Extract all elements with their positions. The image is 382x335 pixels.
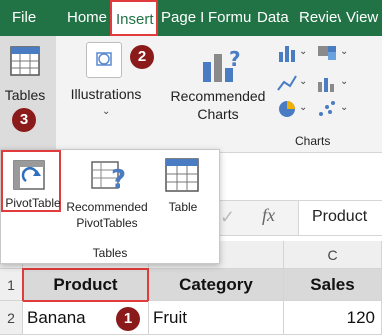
svg-text:?: ? (229, 47, 241, 71)
chevron-down-icon: ⌄ (340, 76, 349, 87)
statistic-chart-icon[interactable] (316, 72, 338, 94)
table-button[interactable]: Table (153, 150, 213, 230)
tables-dropdown: PivotTable ? Recommended PivotTables Tab… (0, 149, 220, 264)
charts-group-label: Charts (295, 134, 331, 148)
recommended-charts-button[interactable]: ? Recommended Charts (165, 36, 271, 126)
cell-a1-highlight (22, 268, 149, 302)
step-badge-1: 1 (116, 307, 140, 331)
hierarchy-chart-icon[interactable] (316, 42, 338, 64)
line-chart-icon[interactable] (276, 72, 298, 94)
cell-c2[interactable]: 120 (284, 301, 382, 335)
tables-button[interactable]: Tables (0, 36, 56, 152)
recommended-pivottables-icon: ? (91, 161, 126, 194)
pivottable-label: PivotTable (5, 196, 61, 210)
row-header-1[interactable]: 1 (0, 269, 23, 301)
fx-label[interactable]: fx (262, 205, 275, 226)
table-label: Table (168, 200, 198, 214)
tab-view[interactable]: View (346, 0, 382, 36)
formula-bar-controls: ✓ fx (218, 201, 298, 235)
illustrations-label: Illustrations (70, 86, 142, 102)
tables-label: Tables (4, 87, 46, 103)
column-header-c[interactable]: C (284, 241, 382, 269)
recommended-pivottables-button[interactable]: ? Recommended PivotTables (63, 150, 151, 240)
chevron-down-icon: ⌄ (340, 46, 349, 57)
tab-review[interactable]: Review (299, 0, 341, 36)
divider (298, 201, 299, 235)
cell-b1[interactable]: Category (149, 269, 284, 301)
step-badge-2: 2 (130, 45, 154, 69)
recommended-pivottables-line2: PivotTables (76, 216, 138, 230)
tab-formulas[interactable]: Formu (208, 0, 252, 36)
pie-chart-icon[interactable] (276, 98, 298, 120)
pivottable-button[interactable]: PivotTable (1, 150, 61, 212)
step-badge-3: 3 (12, 108, 36, 132)
tab-insert[interactable]: Insert (110, 0, 158, 36)
illustrations-icon (86, 42, 122, 78)
pivottable-icon (13, 160, 45, 190)
recommended-pivottables-line1: Recommended (66, 200, 148, 214)
chevron-down-icon: ⌄ (299, 76, 308, 87)
tables-group-label: Tables (92, 246, 128, 260)
chevron-down-icon: ⌄ (102, 106, 111, 117)
tab-file[interactable]: File (12, 0, 46, 36)
table-icon (165, 158, 199, 192)
chevron-down-icon: ⌄ (299, 46, 308, 57)
formula-bar: ✓ fx Product (218, 200, 382, 236)
formula-input[interactable]: Product (312, 208, 367, 226)
table-icon (10, 46, 40, 76)
cell-c1[interactable]: Sales (284, 269, 382, 301)
check-icon[interactable]: ✓ (220, 207, 235, 228)
recommended-charts-line2: Charts (197, 106, 239, 122)
column-chart-icon[interactable] (276, 42, 298, 64)
svg-text:?: ? (111, 165, 126, 194)
tab-data[interactable]: Data (257, 0, 293, 36)
scatter-chart-icon[interactable] (316, 98, 338, 120)
tab-home[interactable]: Home (67, 0, 107, 36)
ribbon-tab-bar: File Home Insert Page L Formu Data Revie… (0, 0, 382, 36)
tab-page-layout[interactable]: Page L (161, 0, 203, 36)
row-header-2[interactable]: 2 (0, 301, 23, 335)
recommended-charts-line1: Recommended (170, 88, 266, 104)
chevron-down-icon: ⌄ (340, 102, 349, 113)
cell-b2[interactable]: Fruit (149, 301, 284, 335)
chevron-down-icon: ⌄ (299, 102, 308, 113)
ribbon-insert: Tables Illustrations ⌄ ? Recommended Cha… (0, 36, 382, 153)
recommended-charts-icon: ? (203, 47, 241, 82)
